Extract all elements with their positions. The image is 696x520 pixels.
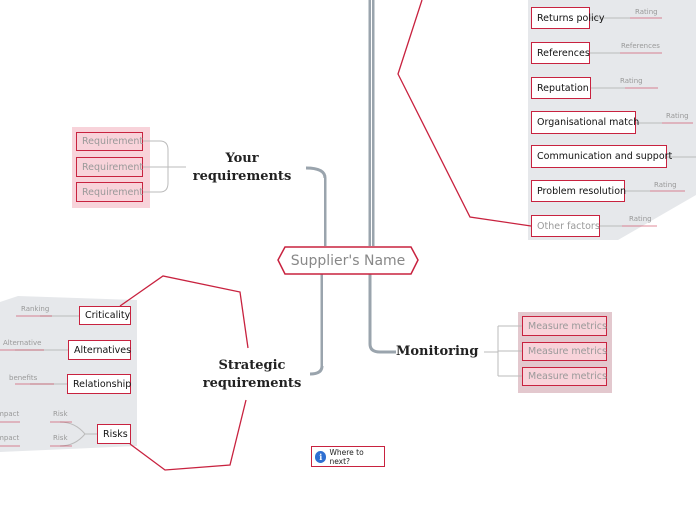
risk-label: Risk: [53, 434, 68, 442]
factor-sub-label: Rating: [620, 77, 643, 85]
central-topic[interactable]: Supplier's Name: [285, 247, 411, 274]
topic-your-requirements[interactable]: Your requirements: [190, 150, 294, 186]
where-to-next-label: Where to next?: [329, 447, 364, 466]
risk-label: Risk: [53, 410, 68, 418]
strategic-sub-label: Alternative: [3, 339, 42, 347]
factor-sub-label: Rating: [654, 181, 677, 189]
factor-sub-label: References: [621, 42, 660, 50]
strategic-alternatives[interactable]: Alternatives: [68, 340, 131, 360]
strategic-criticality[interactable]: Criticality: [79, 306, 131, 325]
topic-strategic-requirements[interactable]: Strategic requirements: [199, 357, 305, 393]
strategic-risks[interactable]: Risks: [97, 424, 131, 444]
factor-references[interactable]: References: [531, 42, 590, 64]
impact-label: Impact: [0, 434, 20, 442]
info-icon: i: [315, 450, 327, 463]
factor-communication-support[interactable]: Communication and support: [531, 145, 672, 168]
impact-label: Impact: [0, 410, 20, 418]
measure-metrics-node[interactable]: Measure metrics: [522, 316, 607, 336]
strategic-sub-label: benefits: [9, 374, 38, 382]
topic-monitoring[interactable]: Monitoring: [396, 343, 478, 361]
requirement-node[interactable]: Requirement: [76, 182, 143, 202]
factor-reputation[interactable]: Reputation: [531, 77, 591, 99]
strategic-sub-label: Ranking: [21, 305, 50, 313]
requirement-node[interactable]: Requirement: [76, 157, 143, 177]
factor-returns-policy[interactable]: Returns policy: [531, 7, 604, 29]
measure-metrics-node[interactable]: Measure metrics: [522, 342, 607, 361]
where-to-next-button[interactable]: i Where to next?: [311, 446, 385, 467]
factor-organisational-match[interactable]: Organisational match: [531, 111, 639, 134]
measure-metrics-node[interactable]: Measure metrics: [522, 367, 607, 386]
factor-sub-label: Rating: [629, 215, 652, 223]
strategic-relationship[interactable]: Relationship: [67, 374, 131, 394]
factor-other-factors[interactable]: Other factors: [531, 215, 600, 237]
factor-sub-label: Rating: [666, 112, 689, 120]
requirement-node[interactable]: Requirement: [76, 132, 143, 151]
factor-problem-resolution[interactable]: Problem resolution: [531, 180, 626, 202]
factor-sub-label: Rating: [635, 8, 658, 16]
